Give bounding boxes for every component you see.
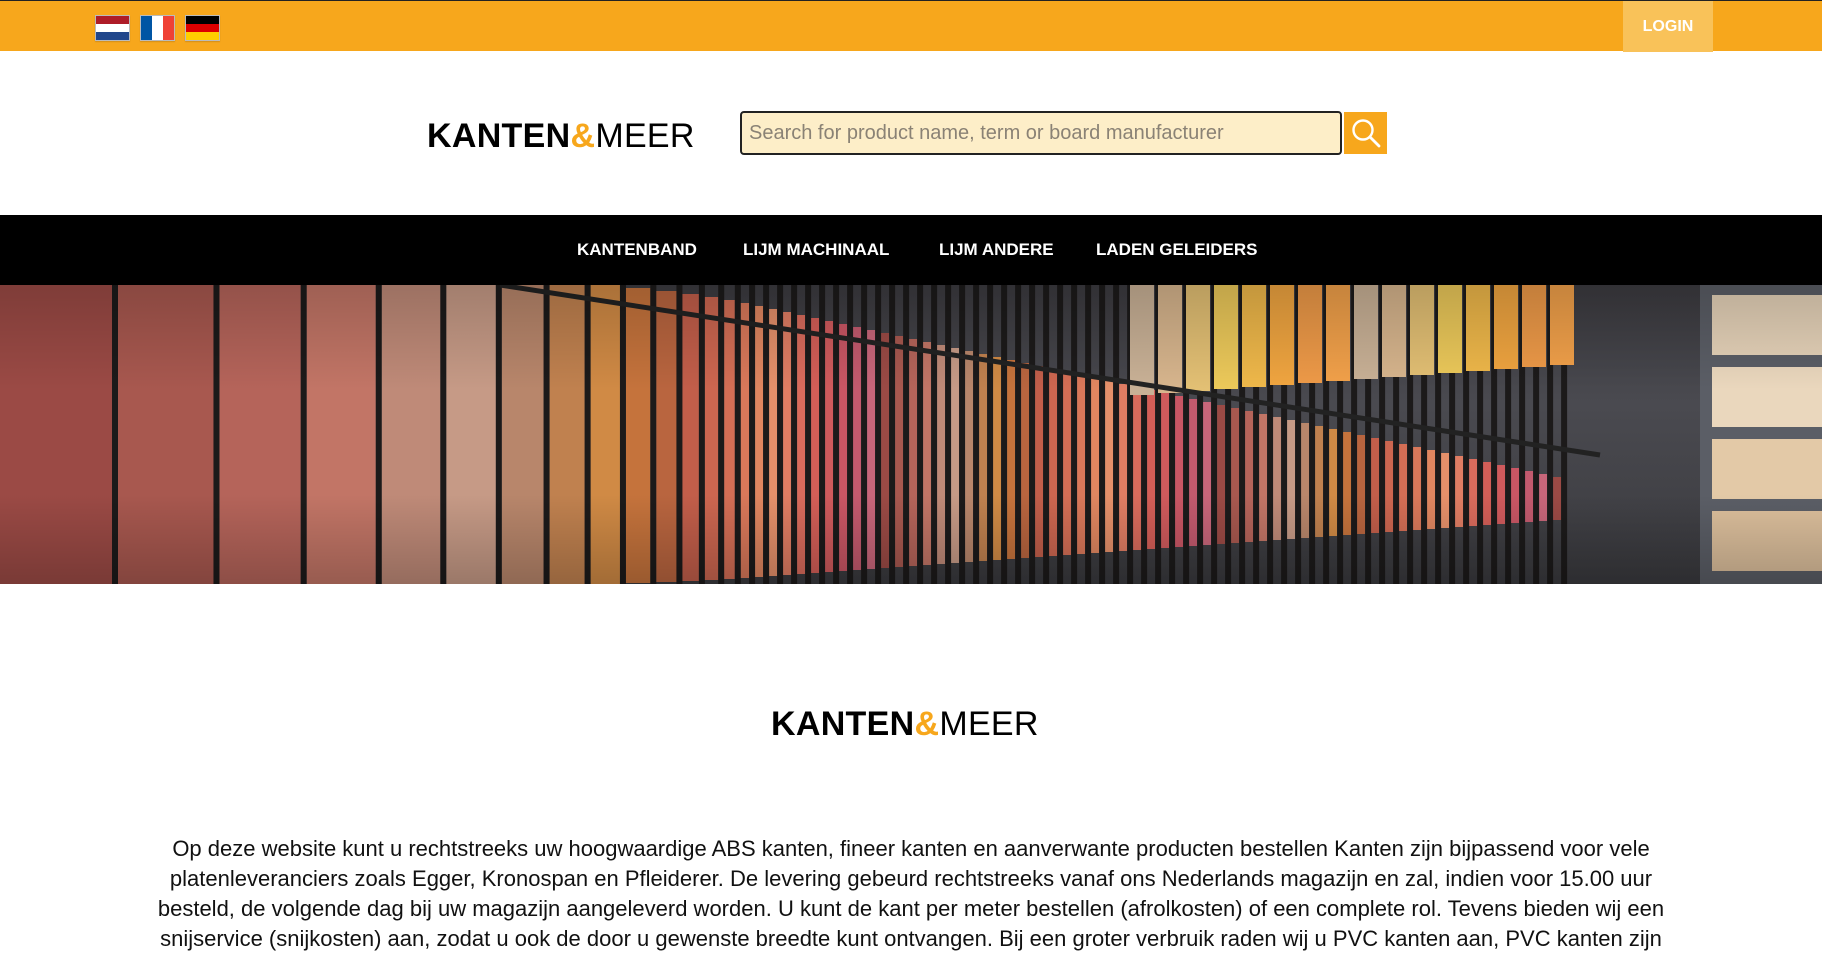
nav-item-lijm-andere[interactable]: LIJM ANDERE: [939, 215, 1054, 285]
nav-item-laden-geleiders[interactable]: LADEN GELEIDERS: [1096, 215, 1258, 285]
dutch-flag-icon[interactable]: [95, 15, 130, 41]
logo-part2: MEER: [595, 117, 695, 155]
login-button[interactable]: LOGIN: [1623, 1, 1713, 52]
content-logo: KANTEN&MEER: [771, 705, 1039, 744]
site-logo[interactable]: KANTEN&MEER: [427, 117, 695, 156]
content-logo-part1: KANTEN: [771, 705, 915, 743]
search-input[interactable]: [742, 113, 1340, 153]
nav-item-kantenband[interactable]: KANTENBAND: [577, 215, 697, 285]
hero-banner-image: [0, 285, 1822, 584]
content-logo-part2: MEER: [939, 705, 1039, 743]
top-bar: LOGIN: [0, 0, 1822, 52]
intro-text: Op deze website kunt u rechtstreeks uw h…: [157, 836, 1665, 951]
search-button[interactable]: [1344, 112, 1387, 154]
german-flag-icon[interactable]: [185, 15, 220, 41]
logo-ampersand: &: [570, 117, 596, 155]
french-flag-icon[interactable]: [140, 15, 175, 41]
logo-part1: KANTEN: [427, 117, 571, 155]
search-box: [740, 111, 1342, 155]
main-nav: KANTENBAND LIJM MACHINAAL LIJM ANDERE LA…: [0, 215, 1822, 285]
nav-item-lijm-machinaal[interactable]: LIJM MACHINAAL: [743, 215, 889, 285]
search-icon: [1351, 119, 1380, 148]
content-logo-ampersand: &: [914, 705, 940, 743]
edge-band-samples-image: [0, 285, 1822, 584]
